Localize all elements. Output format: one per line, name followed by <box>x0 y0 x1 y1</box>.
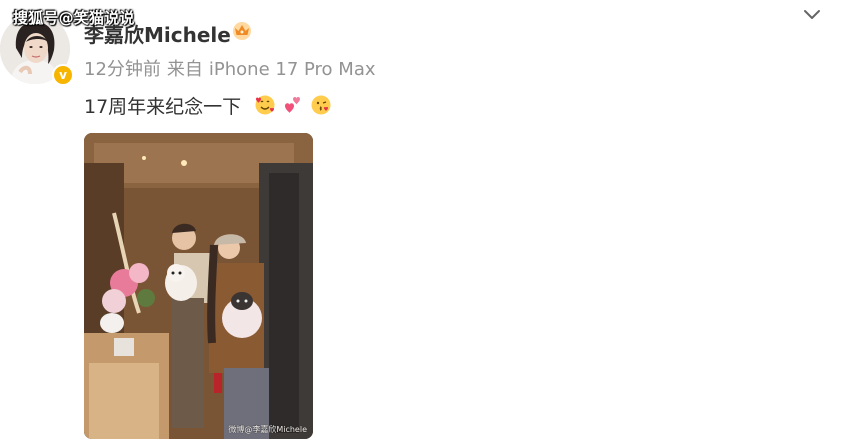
sohu-watermark: 搜狐号@笑猫说说 <box>13 9 135 27</box>
vip-crown-icon[interactable] <box>231 19 253 41</box>
post-time[interactable]: 12分钟前 <box>84 59 161 80</box>
device-source[interactable]: iPhone 17 Pro Max <box>209 59 376 80</box>
hearts-face-emoji <box>255 95 275 115</box>
photo-watermark: 微博@李嘉欣Michele <box>228 425 307 434</box>
chevron-down-icon[interactable] <box>802 7 822 21</box>
post-meta: 12分钟前 来自 iPhone 17 Pro Max <box>84 55 382 81</box>
kissing-face-emoji <box>311 95 331 115</box>
post-content: 17周年来纪念一下 <box>84 96 242 118</box>
photo-scene <box>84 133 313 439</box>
source-prefix: 来自 <box>166 59 203 80</box>
post-photo[interactable]: 微博@李嘉欣Michele <box>84 133 313 439</box>
verified-badge-icon: v <box>52 64 74 86</box>
two-hearts-emoji <box>285 97 300 113</box>
